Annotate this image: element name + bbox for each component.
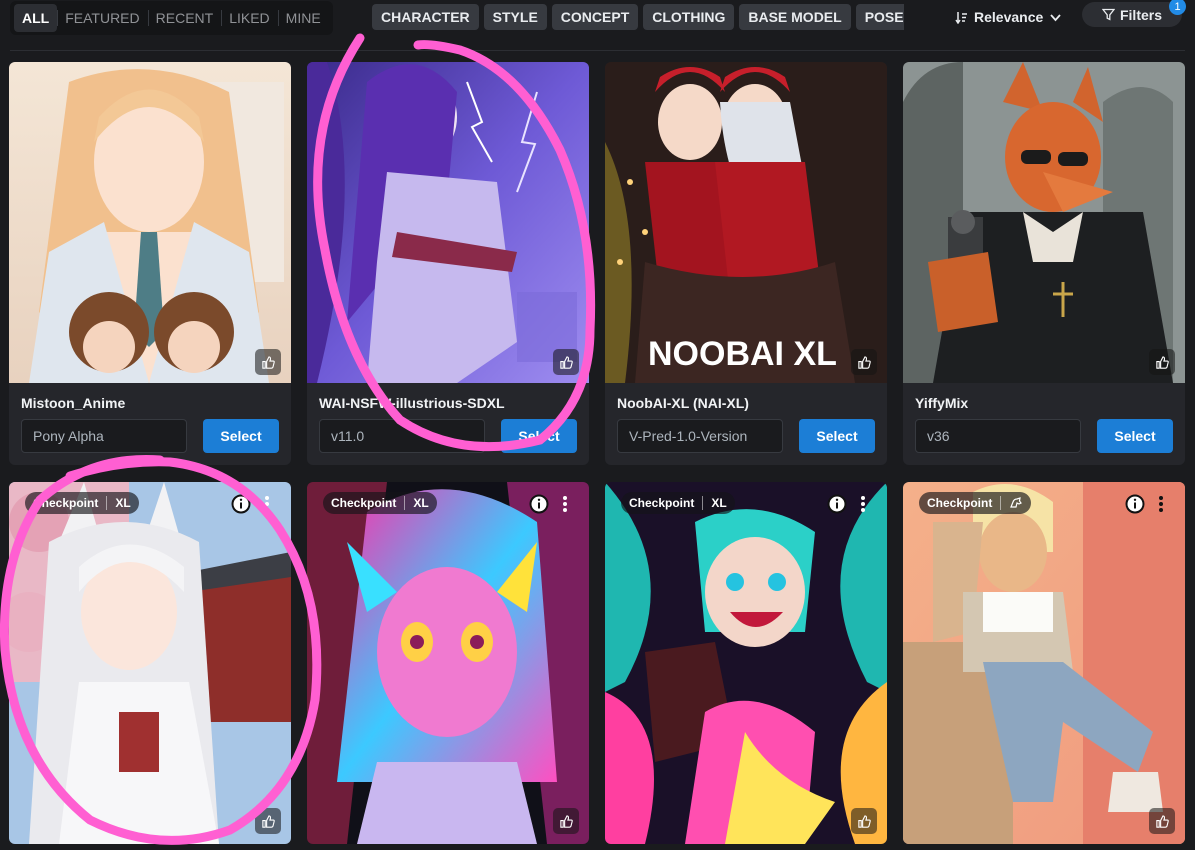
like-button[interactable] (851, 808, 877, 834)
like-button[interactable] (255, 808, 281, 834)
more-options-icon[interactable] (264, 495, 270, 513)
pony-icon (1010, 497, 1023, 508)
model-card-yiffymix[interactable]: YiffyMix v36 Select (903, 62, 1185, 465)
filters-count-badge: 1 (1169, 0, 1186, 15)
model-type-tag: Checkpoint (927, 496, 993, 510)
thumbs-up-icon (857, 814, 871, 828)
sort-label: Relevance (974, 9, 1044, 25)
chip-style[interactable]: STYLE (483, 4, 547, 30)
model-card-noobai[interactable]: NOOBAI XL NoobAI-XL (NAI-XL) V-Pred-1.0-… (605, 62, 887, 465)
filters-button[interactable]: Filters (1082, 2, 1182, 27)
base-model-tag: XL (115, 496, 131, 510)
model-preview-image[interactable] (9, 62, 291, 383)
sort-icon (955, 11, 967, 24)
tab-mine[interactable]: MINE (277, 4, 329, 32)
version-select[interactable]: v11.0 (319, 419, 485, 453)
select-button[interactable]: Select (203, 419, 279, 453)
tag-separator (404, 496, 406, 510)
more-options-icon[interactable] (1158, 495, 1164, 513)
chip-base-model[interactable]: BASE MODEL (739, 4, 851, 30)
base-model-tag: XL (711, 496, 727, 510)
tab-all[interactable]: ALL (14, 4, 58, 32)
info-icon[interactable] (1125, 494, 1145, 514)
info-icon[interactable] (529, 494, 549, 514)
thumbs-up-icon (559, 814, 573, 828)
thumbs-up-icon (1155, 814, 1169, 828)
model-title[interactable]: YiffyMix (915, 395, 968, 411)
like-button[interactable] (553, 349, 579, 375)
model-preview-image[interactable] (605, 482, 887, 844)
thumbs-up-icon (261, 814, 275, 828)
like-button[interactable] (1149, 808, 1175, 834)
model-card-mistoon[interactable]: Mistoon_Anime Pony Alpha Select (9, 62, 291, 465)
like-button[interactable] (553, 808, 579, 834)
model-tags: Checkpoint XL (621, 492, 735, 514)
model-title[interactable]: Mistoon_Anime (21, 395, 125, 411)
chip-clothing[interactable]: CLOTHING (643, 4, 735, 30)
sort-dropdown[interactable]: Relevance (955, 7, 1062, 27)
thumbs-up-icon (1155, 355, 1169, 369)
filter-tabs: ALL FEATURED RECENT LIKED MINE (10, 1, 333, 35)
chevron-down-icon (1050, 13, 1061, 21)
model-preview-image[interactable] (903, 62, 1185, 383)
model-tags: Checkpoint (919, 492, 1032, 514)
model-preview-image[interactable] (903, 482, 1185, 844)
like-button[interactable] (851, 349, 877, 375)
model-type-tag: Checkpoint (331, 496, 397, 510)
tab-liked[interactable]: LIKED (221, 4, 277, 32)
model-card-row2-2[interactable]: Checkpoint XL (307, 482, 589, 844)
like-button[interactable] (1149, 349, 1175, 375)
model-tags: Checkpoint XL (323, 492, 437, 514)
category-chips: CHARACTER STYLE CONCEPT CLOTHING BASE MO… (372, 4, 904, 30)
divider (10, 50, 1185, 51)
chip-character[interactable]: CHARACTER (372, 4, 479, 30)
model-preview-image[interactable] (307, 62, 589, 383)
model-card-row2-1[interactable]: Checkpoint XL (9, 482, 291, 844)
tag-separator (106, 496, 108, 510)
top-bar: ALL FEATURED RECENT LIKED MINE CHARACTER… (0, 0, 1195, 35)
model-card-row2-3[interactable]: Checkpoint XL (605, 482, 887, 844)
select-button[interactable]: Select (1097, 419, 1173, 453)
thumbs-up-icon (559, 355, 573, 369)
model-title[interactable]: WAI-NSFW-illustrious-SDXL (319, 395, 505, 411)
filters-label: Filters (1119, 6, 1162, 23)
model-title[interactable]: NoobAI-XL (NAI-XL) (617, 395, 749, 411)
version-select[interactable]: v36 (915, 419, 1081, 453)
model-card-wai[interactable]: WAI-NSFW-illustrious-SDXL v11.0 Select (307, 62, 589, 465)
noobai-overlay-text: NOOBAI XL (648, 335, 837, 373)
model-preview-image[interactable]: NOOBAI XL (605, 62, 887, 383)
model-browser: ALL FEATURED RECENT LIKED MINE CHARACTER… (0, 0, 1195, 850)
tab-featured[interactable]: FEATURED (57, 4, 147, 32)
model-card-row2-4[interactable]: Checkpoint (903, 482, 1185, 844)
version-select[interactable]: Pony Alpha (21, 419, 187, 453)
like-button[interactable] (255, 349, 281, 375)
model-tags: Checkpoint XL (25, 492, 139, 514)
model-preview-image[interactable] (9, 482, 291, 844)
thumbs-up-icon (261, 355, 275, 369)
select-button[interactable]: Select (799, 419, 875, 453)
chip-concept[interactable]: CONCEPT (551, 4, 639, 30)
model-type-tag: Checkpoint (33, 496, 99, 510)
more-options-icon[interactable] (562, 495, 568, 513)
base-model-tag: XL (413, 496, 429, 510)
info-icon[interactable] (827, 494, 847, 514)
tab-recent[interactable]: RECENT (147, 4, 222, 32)
info-icon[interactable] (231, 494, 251, 514)
select-button[interactable]: Select (501, 419, 577, 453)
chip-poses[interactable]: POSES (855, 4, 904, 30)
more-options-icon[interactable] (860, 495, 866, 513)
tag-separator (1000, 496, 1002, 510)
version-select[interactable]: V-Pred-1.0-Version (617, 419, 783, 453)
model-type-tag: Checkpoint (629, 496, 695, 510)
model-preview-image[interactable] (307, 482, 589, 844)
thumbs-up-icon (857, 355, 871, 369)
funnel-icon (1101, 8, 1115, 21)
tag-separator (702, 496, 704, 510)
